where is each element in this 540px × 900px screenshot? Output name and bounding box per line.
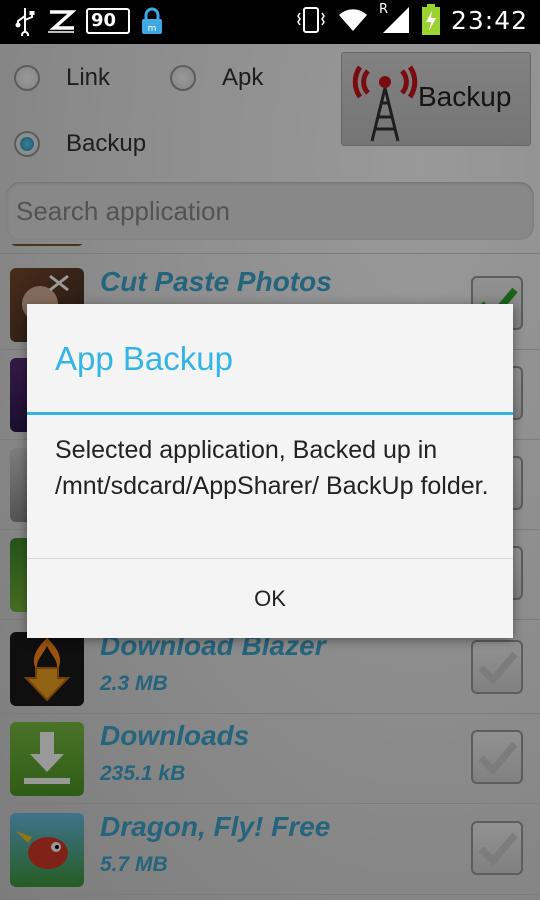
ok-button[interactable]: OK	[27, 559, 513, 638]
usb-icon	[15, 8, 35, 36]
dialog-message: Selected application, Backed up in /mnt/…	[55, 436, 489, 500]
battery-left-value: 90	[91, 10, 117, 31]
status-time: 23:42	[450, 5, 528, 35]
app-backup-dialog: App Backup Selected application, Backed …	[27, 304, 513, 638]
svg-text:m: m	[148, 24, 157, 34]
lock-icon: m	[142, 7, 162, 34]
dialog-title-divider	[27, 412, 513, 415]
dialog-title: App Backup	[55, 340, 233, 377]
vibrate-icon	[297, 7, 325, 33]
wifi-icon	[338, 9, 367, 31]
battery-90-icon: 90	[86, 8, 130, 34]
charging-battery-icon	[421, 4, 440, 35]
z-icon	[48, 10, 76, 33]
roaming-indicator: R	[378, 2, 388, 17]
status-bar: 90 m R 23:42	[0, 0, 540, 44]
